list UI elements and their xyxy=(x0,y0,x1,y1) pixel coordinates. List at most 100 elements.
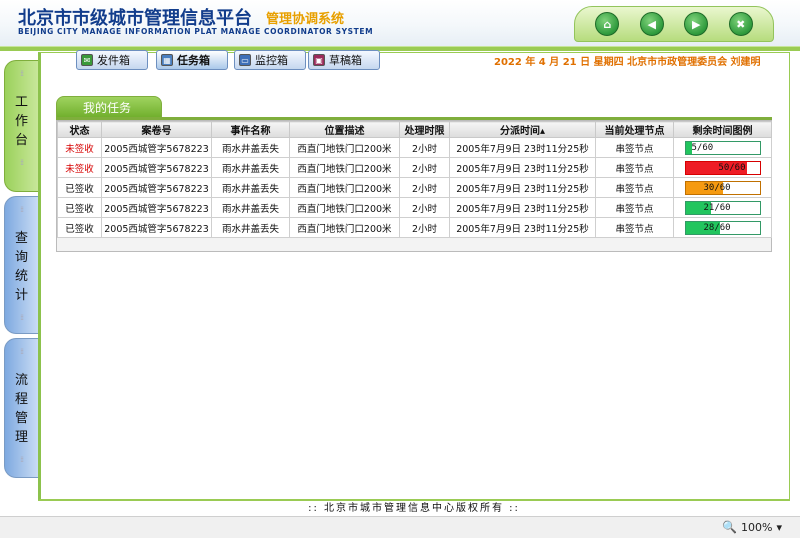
location-cell: 西直门地铁门口200米 xyxy=(289,177,400,198)
dispatch-time-cell: 2005年7月9日 23时11分25秒 xyxy=(449,217,596,238)
tasks-icon: ▦ xyxy=(161,54,173,66)
outbox-button[interactable]: ✉ 发件箱 xyxy=(76,50,148,70)
column-header[interactable]: 案卷号 xyxy=(101,121,212,138)
drafts-icon: ▣ xyxy=(313,54,325,66)
status-cell: 未签收 xyxy=(57,137,102,158)
left-tab-flow-label: 流程管理 xyxy=(14,373,28,445)
dispatch-time-cell: 2005年7月9日 23时11分25秒 xyxy=(449,157,596,178)
footer-copyright: :: 北京市城市管理信息中心版权所有 :: xyxy=(38,500,790,516)
case-number-cell: 2005西城管字5678223 xyxy=(101,177,212,198)
remaining-time-cell: 50/60 xyxy=(673,157,772,178)
remaining-time-label: 30/60 xyxy=(703,182,731,193)
column-header[interactable]: 当前处理节点 xyxy=(595,121,674,138)
column-header[interactable]: 事件名称 xyxy=(211,121,290,138)
remaining-time-label: 50/60 xyxy=(718,162,746,173)
my-tasks-tab[interactable]: 我的任务 xyxy=(56,96,162,118)
current-node-cell: 串签节点 xyxy=(595,197,674,218)
remaining-time-bar: 30/60 xyxy=(684,180,761,195)
outbox-icon: ✉ xyxy=(81,54,93,66)
location-cell: 西直门地铁门口200米 xyxy=(289,157,400,178)
table-row[interactable]: 已签收 2005西城管字5678223 雨水井盖丢失 西直门地铁门口200米 2小时 20… xyxy=(57,197,772,218)
grip-icon: ⁞⁞ xyxy=(19,205,24,214)
table-row[interactable]: 已签收 2005西城管字5678223 雨水井盖丢失 西直门地铁门口200米 2小时 20… xyxy=(57,217,772,238)
forward-icon[interactable]: ▶ xyxy=(684,12,709,36)
location-cell: 西直门地铁门口200米 xyxy=(289,197,400,218)
remaining-time-bar: 28/60 xyxy=(684,220,761,235)
location-cell: 西直门地铁门口200米 xyxy=(289,137,400,158)
task-table: 状态 案卷号 事件名称 位置描述 处理时限 分派时间▴ 当前处理节点 剩余时间图… xyxy=(56,120,772,252)
remaining-time-cell: 28/60 xyxy=(673,217,772,238)
time-limit-cell: 2小时 xyxy=(399,137,450,158)
event-name-cell: 雨水井盖丢失 xyxy=(211,137,290,158)
status-cell: 未签收 xyxy=(57,157,102,178)
column-header[interactable]: 处理时限 xyxy=(399,121,450,138)
left-tab-query[interactable]: ⁞⁞ 查询统计 ⁞⁞ xyxy=(4,196,38,334)
column-header[interactable]: 位置描述 xyxy=(289,121,400,138)
remaining-time-bar: 21/60 xyxy=(684,200,761,215)
current-node-cell: 串签节点 xyxy=(595,137,674,158)
event-name-cell: 雨水井盖丢失 xyxy=(211,197,290,218)
event-name-cell: 雨水井盖丢失 xyxy=(211,217,290,238)
column-header[interactable]: 状态 xyxy=(57,121,102,138)
remaining-time-cell: 30/60 xyxy=(673,177,772,198)
time-limit-cell: 2小时 xyxy=(399,177,450,198)
table-row[interactable]: 未签收 2005西城管字5678223 雨水井盖丢失 西直门地铁门口200米 2小时 20… xyxy=(57,137,772,158)
zoom-level: 100% xyxy=(741,520,773,534)
grip-icon: ⁞⁞ xyxy=(19,69,24,78)
remaining-time-cell: 21/60 xyxy=(673,197,772,218)
status-cell: 已签收 xyxy=(57,177,102,198)
column-header[interactable]: 分派时间▴ xyxy=(449,121,596,138)
current-node-cell: 串签节点 xyxy=(595,177,674,198)
app-subtitle: 管理协调系统 xyxy=(266,12,345,27)
grip-icon: ⁞⁞ xyxy=(19,455,24,464)
case-number-cell: 2005西城管字5678223 xyxy=(101,157,212,178)
remaining-time-label: 5/60 xyxy=(691,142,714,153)
tasks-button[interactable]: ▦ 任务箱 xyxy=(156,50,228,70)
date-user-line: 2022 年 4 月 21 日 星期四 北京市市政管理委员会 刘建明 xyxy=(494,57,761,68)
grip-icon: ⁞⁞ xyxy=(19,347,24,356)
status-bar: 🔍 100% ▾ xyxy=(0,516,800,538)
app-english-title: BEIJING CITY MANAGE INFORMATION PLAT MAN… xyxy=(18,27,374,36)
case-number-cell: 2005西城管字5678223 xyxy=(101,137,212,158)
drafts-button[interactable]: ▣ 草稿箱 xyxy=(308,50,380,70)
table-header-row: 状态 案卷号 事件名称 位置描述 处理时限 分派时间▴ 当前处理节点 剩余时间图… xyxy=(57,121,772,138)
zoom-icon: 🔍 xyxy=(722,520,738,534)
app-window: 北京市市级城市管理信息平台 管理协调系统 BEIJING CITY MANAGE… xyxy=(0,0,800,538)
dispatch-time-cell: 2005年7月9日 23时11分25秒 xyxy=(449,177,596,198)
header-banner: 北京市市级城市管理信息平台 管理协调系统 BEIJING CITY MANAGE… xyxy=(0,0,800,46)
time-limit-cell: 2小时 xyxy=(399,157,450,178)
status-cell: 已签收 xyxy=(57,197,102,218)
remaining-time-label: 28/60 xyxy=(703,222,731,233)
status-cell: 已签收 xyxy=(57,217,102,238)
event-name-cell: 雨水井盖丢失 xyxy=(211,157,290,178)
left-tab-flow[interactable]: ⁞⁞ 流程管理 ⁞⁞ xyxy=(4,338,38,478)
grip-icon: ⁞⁞ xyxy=(19,313,24,322)
left-tab-workbench[interactable]: ⁞⁞ 工作台 ⁞⁞ xyxy=(4,60,38,192)
monitor-button[interactable]: ▭ 监控箱 xyxy=(234,50,306,70)
close-icon[interactable]: ✖ xyxy=(728,12,753,36)
column-header[interactable]: 剩余时间图例 xyxy=(673,121,772,138)
remaining-time-bar: 50/60 xyxy=(684,160,761,175)
chevron-down-icon[interactable]: ▾ xyxy=(776,521,782,534)
current-node-cell: 串签节点 xyxy=(595,217,674,238)
back-icon[interactable]: ◀ xyxy=(639,12,664,36)
remaining-time-cell: 5/60 xyxy=(673,137,772,158)
table-row[interactable]: 未签收 2005西城管字5678223 雨水井盖丢失 西直门地铁门口200米 2小时 20… xyxy=(57,157,772,178)
monitor-icon: ▭ xyxy=(239,54,251,66)
current-node-cell: 串签节点 xyxy=(595,157,674,178)
event-name-cell: 雨水井盖丢失 xyxy=(211,177,290,198)
drafts-label: 草稿箱 xyxy=(329,54,362,67)
toolbar: ✉ 发件箱 ▦ 任务箱 ▭ 监控箱 ▣ 草稿箱 xyxy=(38,46,380,72)
left-tab-query-label: 查询统计 xyxy=(14,231,28,303)
dispatch-time-cell: 2005年7月9日 23时11分25秒 xyxy=(449,197,596,218)
my-tasks-title: 我的任务 xyxy=(83,101,132,115)
case-number-cell: 2005西城管字5678223 xyxy=(101,197,212,218)
home-icon[interactable]: ⌂ xyxy=(595,12,620,36)
dispatch-time-cell: 2005年7月9日 23时11分25秒 xyxy=(449,137,596,158)
case-number-cell: 2005西城管字5678223 xyxy=(101,217,212,238)
left-tab-workbench-label: 工作台 xyxy=(14,95,28,148)
header-controls: ⌂ ◀ ▶ ✖ xyxy=(574,6,774,42)
grip-icon: ⁞⁞ xyxy=(19,158,24,167)
table-row[interactable]: 已签收 2005西城管字5678223 雨水井盖丢失 西直门地铁门口200米 2小时 20… xyxy=(57,177,772,198)
zoom-control[interactable]: 🔍 100% ▾ xyxy=(722,520,782,534)
